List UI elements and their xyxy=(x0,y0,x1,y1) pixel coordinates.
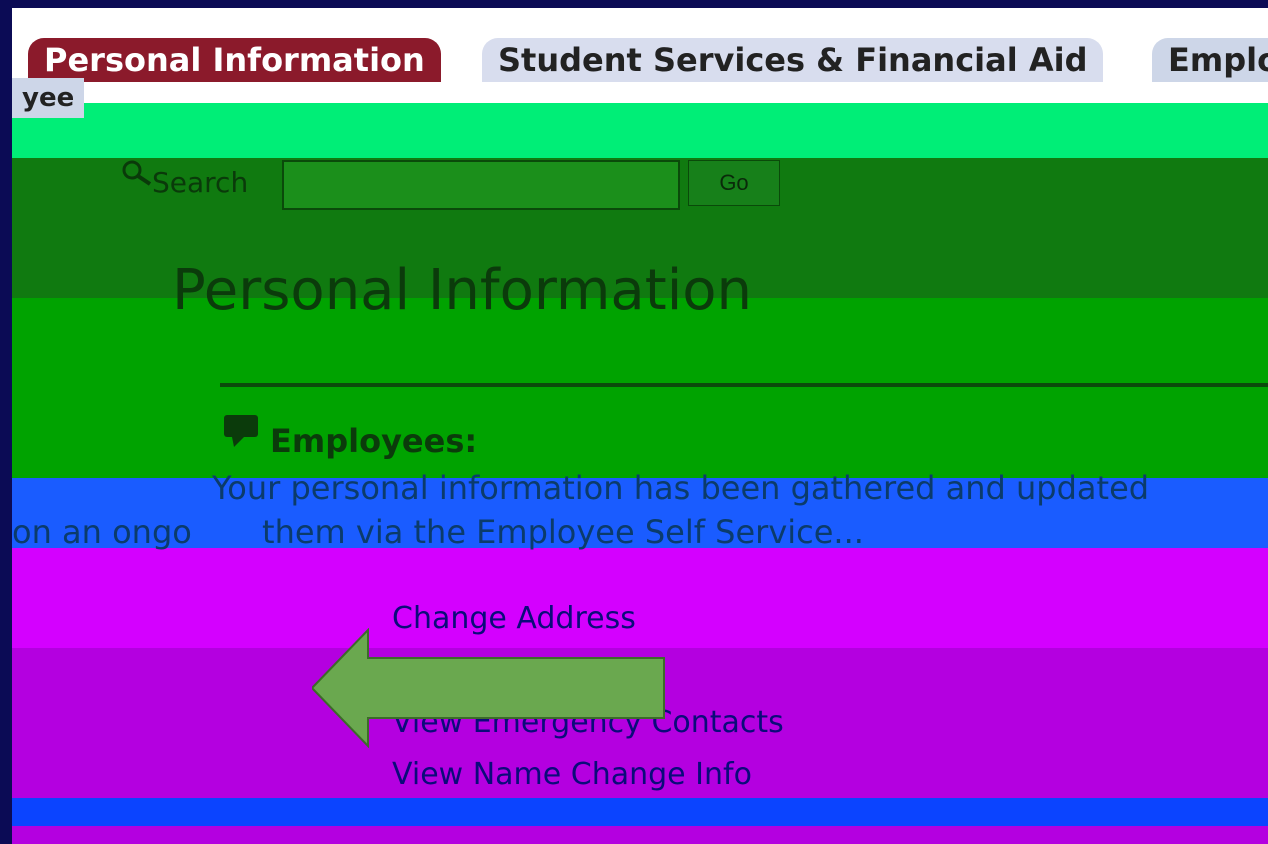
footer-bar xyxy=(12,798,1268,826)
left-arrow-icon xyxy=(312,628,665,748)
title-divider xyxy=(220,383,1268,387)
employee-self-service-link[interactable]: them via the Employee Self Service... xyxy=(202,513,864,551)
tab-student-services[interactable]: Student Services & Financial Aid xyxy=(482,38,1104,82)
notice-line-2-a: on an ongo xyxy=(12,513,192,551)
notice-line-2: on an ongo them via the Employee Self Se… xyxy=(12,510,1268,554)
page-title: Personal Information xyxy=(172,258,753,323)
content-band-top xyxy=(12,103,1268,158)
notice-heading: Employees: xyxy=(270,422,478,460)
link-name-change[interactable]: View Name Change Info xyxy=(392,749,784,801)
notice-body: Your personal information has been gathe… xyxy=(12,466,1268,554)
tab-employee-continued[interactable]: yee xyxy=(12,78,85,118)
search-icon xyxy=(122,160,152,186)
tab-personal-information[interactable]: Personal Information xyxy=(28,38,441,82)
speech-bubble-icon xyxy=(224,415,258,447)
search-go-button[interactable]: Go xyxy=(688,160,780,206)
search-label: Search xyxy=(152,166,249,199)
tab-employee[interactable]: Emplo xyxy=(1152,38,1268,82)
search-input[interactable] xyxy=(282,160,680,210)
browser-frame: Personal Information Student Services & … xyxy=(12,8,1268,844)
notice-line-1: Your personal information has been gathe… xyxy=(212,469,1150,507)
